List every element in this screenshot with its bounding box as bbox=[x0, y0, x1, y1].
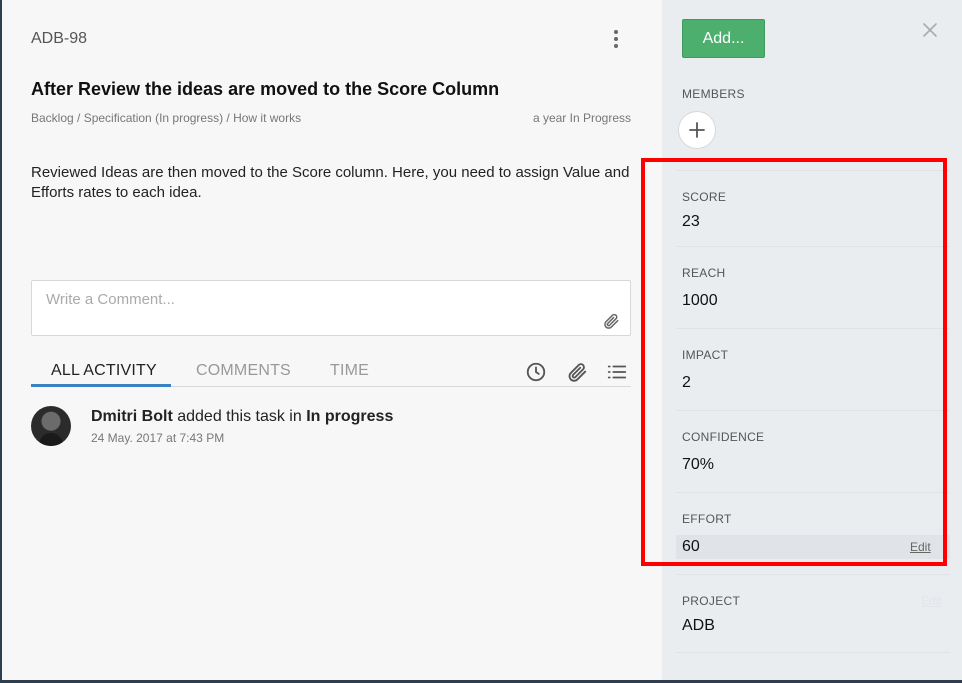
activity-target: In progress bbox=[306, 408, 394, 425]
close-icon[interactable] bbox=[920, 20, 940, 40]
tab-all-activity[interactable]: ALL ACTIVITY bbox=[51, 362, 157, 380]
divider bbox=[676, 574, 950, 575]
divider bbox=[676, 246, 950, 247]
add-member-button[interactable] bbox=[678, 111, 716, 149]
task-meta-status: a year In Progress bbox=[532, 111, 631, 125]
activity-tabs: ALL ACTIVITY COMMENTS TIME bbox=[31, 358, 631, 387]
members-label: MEMBERS bbox=[682, 87, 745, 101]
comment-box bbox=[31, 280, 631, 336]
activity-text: Dmitri Bolt added this task in In progre… bbox=[91, 408, 393, 426]
task-main-panel: ADB-98 After Review the ideas are moved … bbox=[2, 0, 662, 680]
confidence-value[interactable]: 70% bbox=[682, 456, 714, 474]
add-button[interactable]: Add... bbox=[682, 19, 765, 58]
tab-time[interactable]: TIME bbox=[330, 362, 369, 380]
effort-label: EFFORT bbox=[682, 512, 732, 526]
score-value[interactable]: 23 bbox=[682, 213, 700, 231]
project-edit-link[interactable]: Edit bbox=[921, 594, 942, 608]
paperclip-icon[interactable] bbox=[602, 312, 620, 330]
reach-value[interactable]: 1000 bbox=[682, 292, 718, 310]
divider bbox=[676, 652, 950, 653]
paperclip-icon[interactable] bbox=[566, 361, 588, 383]
activity-item: Dmitri Bolt added this task in In progre… bbox=[31, 406, 631, 450]
active-tab-indicator bbox=[31, 384, 171, 387]
clock-icon[interactable] bbox=[525, 361, 547, 383]
activity-action: added this task in bbox=[172, 408, 307, 425]
divider bbox=[676, 170, 950, 171]
task-description[interactable]: Reviewed Ideas are then moved to the Sco… bbox=[31, 163, 641, 203]
project-value[interactable]: ADB bbox=[682, 617, 715, 635]
effort-edit-link[interactable]: Edit bbox=[910, 540, 931, 554]
tab-comments[interactable]: COMMENTS bbox=[196, 362, 291, 380]
impact-label: IMPACT bbox=[682, 348, 729, 362]
more-options-icon[interactable] bbox=[608, 28, 624, 50]
task-id: ADB-98 bbox=[31, 30, 88, 47]
divider bbox=[676, 410, 950, 411]
effort-row[interactable] bbox=[676, 535, 950, 559]
list-icon[interactable] bbox=[606, 361, 628, 383]
impact-value[interactable]: 2 bbox=[682, 374, 691, 392]
avatar[interactable] bbox=[31, 406, 71, 446]
reach-label: REACH bbox=[682, 266, 726, 280]
effort-value[interactable]: 60 bbox=[682, 538, 700, 556]
divider bbox=[676, 328, 950, 329]
confidence-label: CONFIDENCE bbox=[682, 430, 765, 444]
comment-input[interactable] bbox=[32, 281, 630, 335]
task-title[interactable]: After Review the ideas are moved to the … bbox=[31, 79, 499, 100]
task-sidebar: Add... MEMBERS SCORE 23 REACH 1000 IMPAC… bbox=[662, 0, 962, 680]
divider bbox=[676, 492, 950, 493]
activity-user[interactable]: Dmitri Bolt bbox=[91, 408, 173, 425]
project-label: PROJECT bbox=[682, 594, 741, 608]
plus-icon bbox=[689, 122, 705, 138]
score-label: SCORE bbox=[682, 190, 727, 204]
breadcrumb[interactable]: Backlog / Specification (In progress) / … bbox=[31, 111, 301, 125]
activity-timestamp: 24 May. 2017 at 7:43 PM bbox=[91, 431, 225, 445]
